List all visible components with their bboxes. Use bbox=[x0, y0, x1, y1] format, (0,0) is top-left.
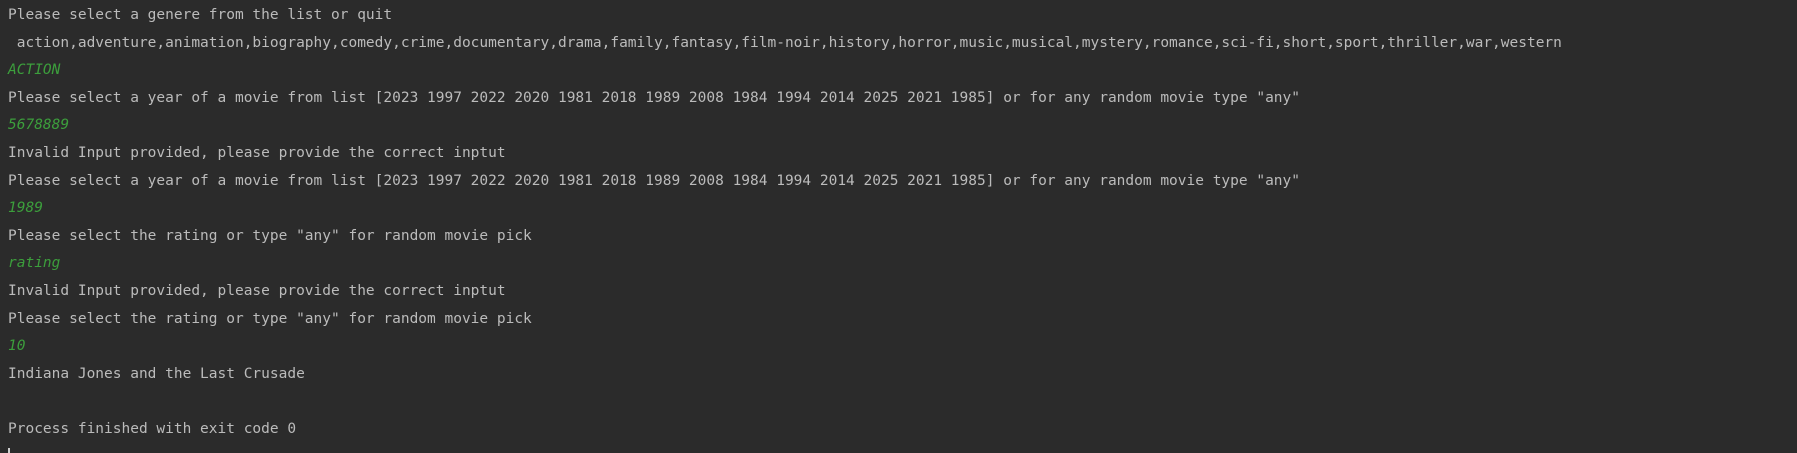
prompt-year: Please select a year of a movie from lis… bbox=[8, 172, 1301, 189]
prompt-year: Please select a year of a movie from lis… bbox=[8, 89, 1301, 106]
prompt-rating: Please select the rating or type "any" f… bbox=[8, 310, 532, 327]
movie-result: Indiana Jones and the Last Crusade bbox=[8, 365, 305, 382]
genre-list: action,adventure,animation,biography,com… bbox=[8, 34, 1562, 51]
prompt-genre: Please select a genere from the list or … bbox=[8, 7, 393, 23]
input-line[interactable] bbox=[8, 444, 1797, 453]
user-input-year-invalid: 5678889 bbox=[8, 117, 70, 134]
user-input-rating-invalid: rating bbox=[8, 255, 61, 272]
error-message: Invalid Input provided, please provide t… bbox=[8, 144, 506, 161]
user-input-genre: ACTION bbox=[8, 62, 61, 79]
user-input-rating: 10 bbox=[8, 338, 26, 355]
run-console[interactable]: Please select a genere from the list or … bbox=[0, 0, 1797, 453]
prompt-rating: Please select the rating or type "any" f… bbox=[8, 227, 532, 244]
user-input-year: 1989 bbox=[8, 200, 43, 217]
error-message: Invalid Input provided, please provide t… bbox=[8, 282, 506, 299]
text-caret bbox=[8, 448, 10, 453]
process-exit-message: Process finished with exit code 0 bbox=[8, 420, 297, 437]
